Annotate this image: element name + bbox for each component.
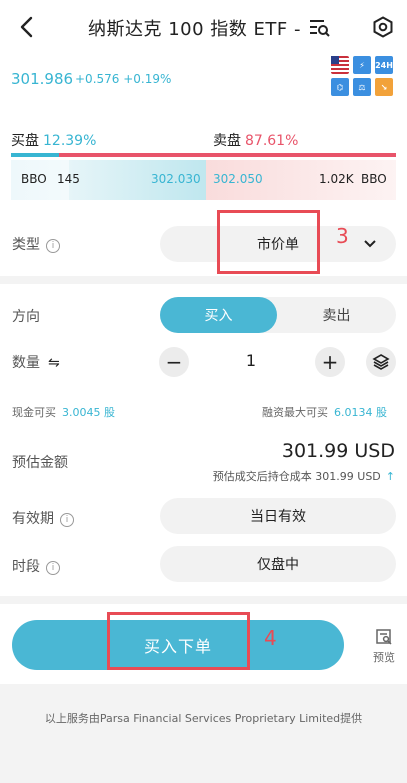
annotation-number-4: 4 [264, 626, 277, 650]
us-flag-icon [331, 56, 349, 74]
direction-label: 方向 [12, 309, 40, 325]
list-search-icon[interactable] [308, 16, 330, 38]
session-select[interactable]: 仅盘中 [160, 546, 396, 582]
info-icon[interactable]: i [46, 239, 60, 253]
estimate-sub: 预估成交后持仓成本 301.99 USD ↑ [212, 470, 395, 483]
buy-direction-button[interactable]: 买入 [160, 297, 277, 333]
footer: 以上服务由Parsa Financial Services Proprietar… [0, 684, 407, 783]
quantity-label: 数量 ⇋ [12, 355, 60, 371]
market-badges: ⚡ 24H ⌬ ⚖ ↘ [331, 56, 397, 96]
quantity-input[interactable]: 1 [236, 351, 266, 370]
page-title: 纳斯达克 100 指数 ETF - [88, 19, 301, 40]
validity-select[interactable]: 当日有效 [160, 498, 396, 534]
session-label: 时段 i [12, 556, 60, 576]
swap-icon[interactable]: ⇋ [48, 355, 60, 371]
top-bar: 纳斯达克 100 指数 ETF - [0, 0, 407, 54]
network-badge-icon: ⌬ [331, 78, 349, 96]
footer-text: 以上服务由Parsa Financial Services Proprietar… [44, 712, 363, 725]
bbo-tag-left: BBO [21, 172, 47, 186]
annotation-number-3: 3 [336, 224, 349, 248]
up-arrow-icon: ↑ [385, 470, 395, 483]
orderbook-section: 买盘 12.39% 卖盘 87.61% BBO 145 302.030 302.05… [0, 110, 407, 212]
settings-hex-icon[interactable] [372, 16, 394, 38]
ask-price: 302.050 [213, 172, 263, 186]
ask-size: 1.02K [319, 172, 354, 186]
lightning-badge-icon: ⚡ [353, 56, 371, 74]
buy-sell-ratio-bar [11, 153, 396, 157]
direction-toggle: 买入 卖出 [160, 297, 396, 333]
trend-down-badge-icon: ↘ [375, 78, 393, 96]
last-price: 301.986 [11, 70, 74, 88]
price-change: +0.576 +0.19% [75, 72, 172, 86]
bbo-tag-right: BBO [361, 172, 387, 186]
estimate-section: 预估金额 301.99 USD 预估成交后持仓成本 301.99 USD ↑ 有效… [0, 428, 407, 596]
increase-quantity-button[interactable]: + [315, 347, 345, 377]
bid-size: 145 [57, 172, 80, 186]
cash-available: 现金可买 3.0045 股 [12, 406, 115, 419]
decrease-quantity-button[interactable]: − [159, 347, 189, 377]
info-icon[interactable]: i [46, 561, 60, 575]
balance-badge-icon: ⚖ [353, 78, 371, 96]
24h-badge-icon: 24H [375, 56, 393, 74]
bid-price: 302.030 [151, 172, 201, 186]
margin-available: 融资最大可买 6.0134 股 [262, 406, 387, 419]
buy-pressure: 买盘 12.39% [11, 133, 97, 149]
estimate-label: 预估金额 [12, 455, 68, 471]
preview-icon [376, 629, 392, 645]
sell-direction-button[interactable]: 卖出 [277, 297, 396, 333]
quote-section: 301.986 +0.576 +0.19% ⚡ 24H ⌬ ⚖ ↘ [0, 54, 407, 110]
bbo-row[interactable]: BBO 145 302.030 302.050 1.02K BBO [11, 160, 396, 200]
order-type-label: 类型 i [12, 234, 60, 254]
annotation-box-4 [107, 612, 250, 670]
chevron-down-icon[interactable] [363, 238, 377, 250]
buy-ratio-fill [11, 153, 59, 157]
info-icon[interactable]: i [60, 513, 74, 527]
estimate-value: 301.99 USD [281, 440, 395, 462]
annotation-box-3 [217, 210, 320, 274]
sell-pressure: 卖盘 87.61% [213, 133, 299, 149]
back-arrow-icon[interactable] [14, 14, 40, 40]
layers-icon[interactable] [366, 347, 396, 377]
validity-label: 有效期 i [12, 508, 74, 528]
preview-button[interactable]: 预览 [366, 628, 402, 665]
